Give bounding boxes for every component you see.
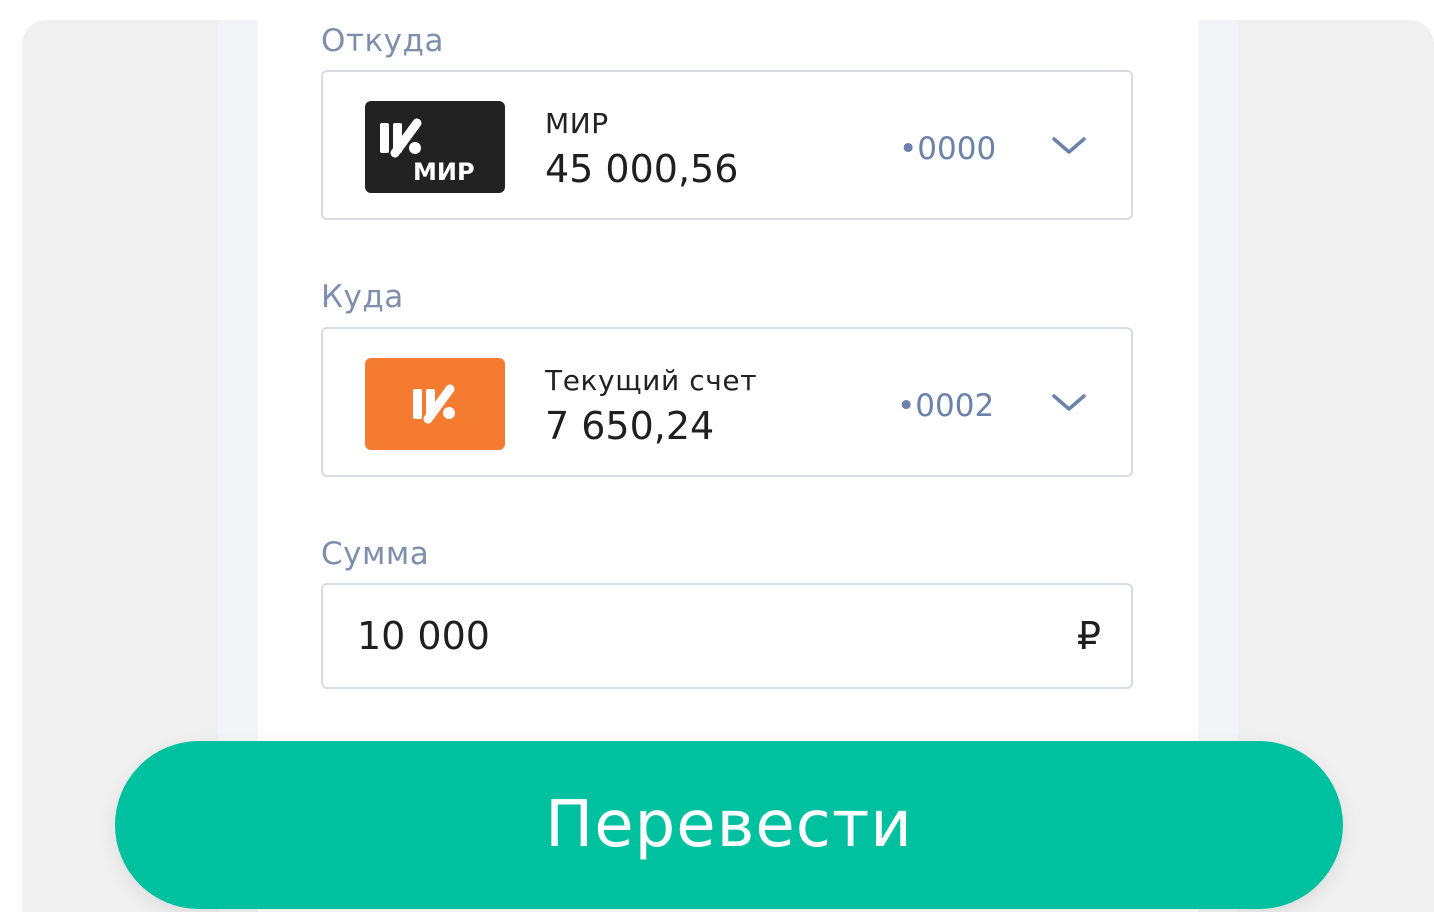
from-account-balance: 45 000,56 — [545, 147, 739, 191]
ruble-currency-icon: ₽ — [1076, 614, 1101, 658]
to-account-select[interactable]: Текущий счет 7 650,24 •0002 — [321, 327, 1133, 477]
to-account-number: •0002 — [897, 388, 995, 424]
from-account-select[interactable]: МИР МИР 45 000,56 •0000 — [321, 70, 1133, 220]
amount-label: Сумма — [321, 536, 430, 572]
from-label: Откуда — [321, 23, 444, 59]
mir-card-icon: МИР — [365, 101, 505, 193]
chevron-down-icon[interactable] — [1049, 130, 1089, 160]
to-account-name: Текущий счет — [545, 364, 758, 397]
transfer-button[interactable]: Перевести — [115, 741, 1343, 909]
to-account-balance: 7 650,24 — [545, 404, 715, 448]
chevron-down-icon[interactable] — [1049, 387, 1089, 417]
amount-input[interactable]: 10 000 ₽ — [321, 583, 1133, 689]
amount-value[interactable]: 10 000 — [357, 613, 490, 659]
bank-logo-icon — [365, 358, 505, 450]
from-account-name: МИР — [545, 107, 609, 140]
from-account-number: •0000 — [899, 131, 997, 167]
to-label: Куда — [321, 279, 404, 315]
svg-text:МИР: МИР — [413, 158, 475, 186]
